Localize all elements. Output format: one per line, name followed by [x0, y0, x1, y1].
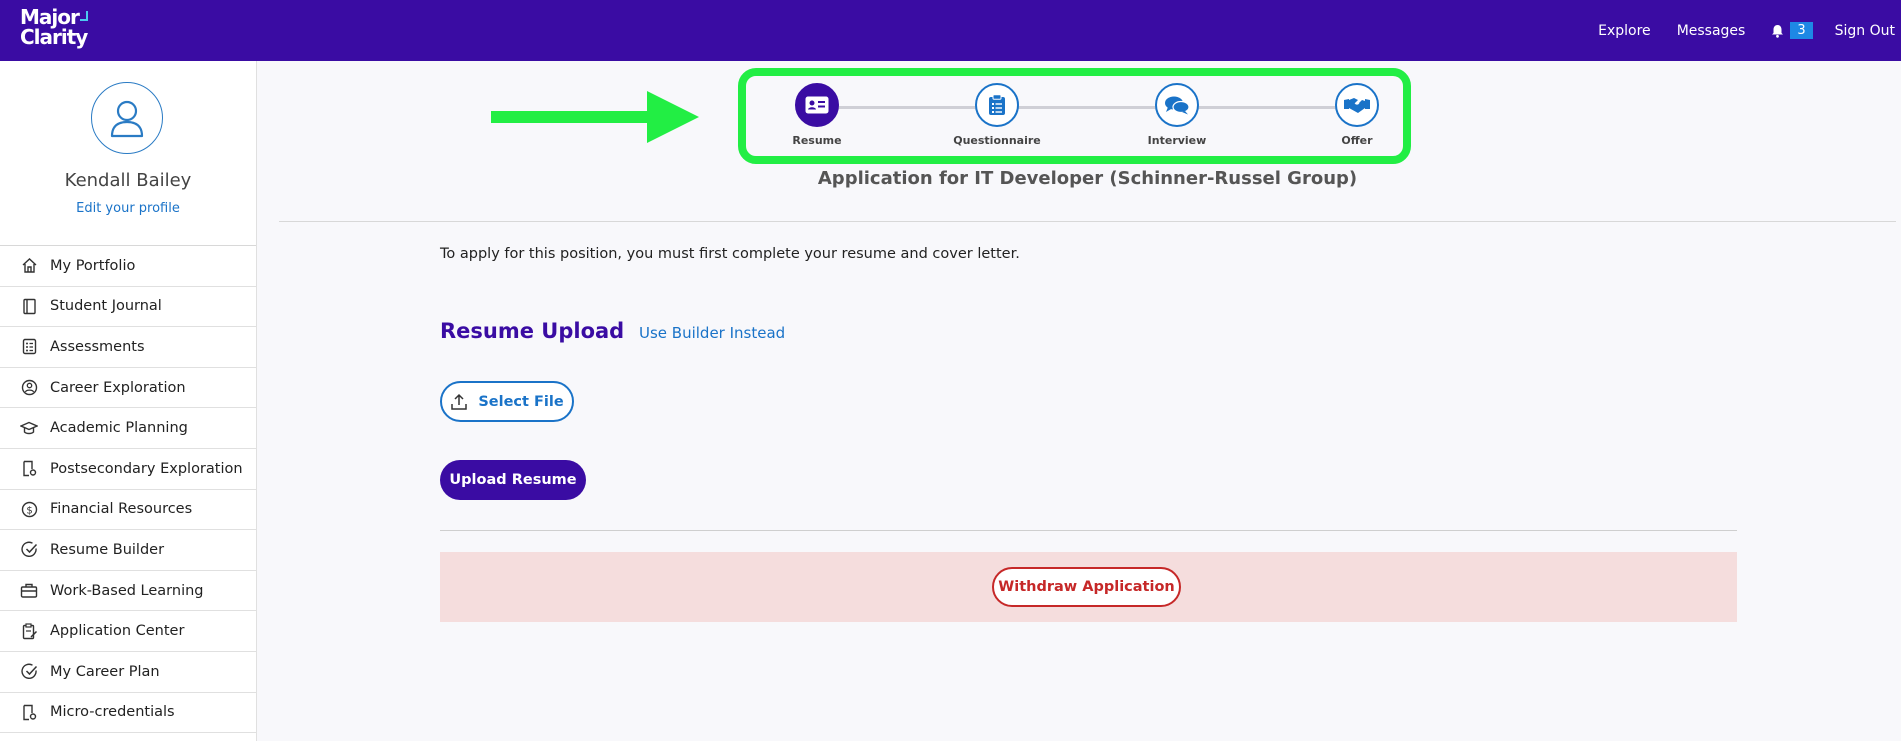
step-label: Resume [792, 134, 842, 147]
sidebar-item-work-based-learning[interactable]: Work-Based Learning [0, 571, 256, 612]
journal-icon [20, 297, 38, 315]
use-builder-link[interactable]: Use Builder Instead [639, 324, 785, 342]
sidebar-item-resume-builder[interactable]: Resume Builder [0, 530, 256, 571]
sidebar-item-label: Postsecondary Exploration [50, 460, 243, 477]
document-gear-icon [20, 460, 38, 478]
sidebar-item-label: Work-Based Learning [50, 582, 204, 599]
step-label: Interview [1147, 134, 1207, 147]
top-nav-links: Explore Messages 3 Sign Out [1598, 0, 1901, 61]
profile-name: Kendall Bailey [64, 170, 192, 191]
handshake-icon [1335, 83, 1379, 127]
sidebar-item-financial-resources[interactable]: $ Financial Resources [0, 490, 256, 531]
sidebar-item-label: Assessments [50, 338, 145, 355]
clipboard-edit-icon [20, 622, 38, 640]
sidebar-item-label: Resume Builder [50, 541, 165, 558]
user-icon [110, 100, 144, 138]
sidebar-item-label: Application Center [50, 623, 185, 640]
select-file-label: Select File [478, 393, 564, 410]
home-icon [20, 257, 38, 275]
sidebar-item-label: Micro-credentials [50, 704, 175, 721]
assessment-icon [20, 338, 38, 356]
withdraw-panel: Withdraw Application [440, 552, 1737, 622]
chat-bubbles-icon [1155, 83, 1199, 127]
check-circle-icon [20, 541, 38, 559]
sidebar-item-label: My Career Plan [50, 663, 160, 680]
sidebar-menu: My Portfolio Student Journal Assessments… [0, 245, 256, 734]
upload-icon [450, 393, 468, 411]
step-questionnaire[interactable]: Questionnaire [947, 83, 1047, 147]
notification-count-badge[interactable]: 3 [1790, 22, 1813, 39]
upload-resume-button[interactable]: Upload Resume [440, 460, 586, 500]
sidebar-item-label: Career Exploration [50, 379, 186, 396]
step-resume[interactable]: Resume [767, 83, 867, 147]
withdraw-application-button[interactable]: Withdraw Application [992, 567, 1181, 607]
sidebar-item-label: Student Journal [50, 298, 162, 315]
step-label: Offer [1341, 134, 1373, 147]
page-title: Application for IT Developer (Schinner-R… [817, 168, 1358, 189]
step-interview[interactable]: Interview [1127, 83, 1227, 147]
sidebar-item-application-center[interactable]: Application Center [0, 611, 256, 652]
bell-icon[interactable] [1771, 24, 1784, 38]
brand-line-2: Clarity [20, 25, 88, 49]
sidebar: Kendall Bailey Edit your profile My Port… [0, 61, 257, 741]
nav-explore-link[interactable]: Explore [1598, 23, 1651, 39]
nav-messages-link[interactable]: Messages [1677, 23, 1746, 39]
step-offer[interactable]: Offer [1307, 83, 1407, 147]
sidebar-item-my-portfolio[interactable]: My Portfolio [0, 246, 256, 287]
stepper-track [817, 106, 1357, 109]
divider [279, 221, 1896, 222]
svg-text:$: $ [26, 505, 32, 516]
select-file-button[interactable]: Select File [440, 381, 574, 422]
sidebar-item-postsecondary-exploration[interactable]: Postsecondary Exploration [0, 449, 256, 490]
brand-logo[interactable]: Major Clarity [20, 7, 88, 47]
sidebar-item-label: Academic Planning [50, 420, 188, 437]
person-circle-icon [20, 379, 38, 397]
divider [440, 530, 1737, 531]
sidebar-item-my-career-plan[interactable]: My Career Plan [0, 652, 256, 693]
graduation-cap-icon [20, 419, 38, 437]
step-label: Questionnaire [953, 134, 1041, 147]
check-circle-icon [20, 663, 38, 681]
intro-text: To apply for this position, you must fir… [440, 246, 1020, 262]
id-card-icon [795, 83, 839, 127]
sidebar-item-label: My Portfolio [50, 257, 136, 274]
sidebar-item-label: Financial Resources [50, 501, 193, 518]
edit-profile-link[interactable]: Edit your profile [0, 201, 256, 216]
sidebar-item-academic-planning[interactable]: Academic Planning [0, 408, 256, 449]
document-gear-icon [20, 703, 38, 721]
section-title: Resume Upload [440, 319, 625, 343]
avatar[interactable] [91, 82, 163, 154]
sidebar-item-assessments[interactable]: Assessments [0, 327, 256, 368]
top-navbar: Major Clarity Explore Messages 3 Sign Ou… [0, 0, 1901, 61]
sidebar-item-student-journal[interactable]: Student Journal [0, 287, 256, 328]
sign-out-link[interactable]: Sign Out [1835, 23, 1895, 39]
sidebar-item-career-exploration[interactable]: Career Exploration [0, 368, 256, 409]
highlight-arrow-icon [491, 91, 699, 143]
briefcase-icon [20, 582, 38, 600]
clipboard-icon [975, 83, 1019, 127]
dollar-circle-icon: $ [20, 500, 38, 518]
sidebar-item-micro-credentials[interactable]: Micro-credentials [0, 693, 256, 734]
